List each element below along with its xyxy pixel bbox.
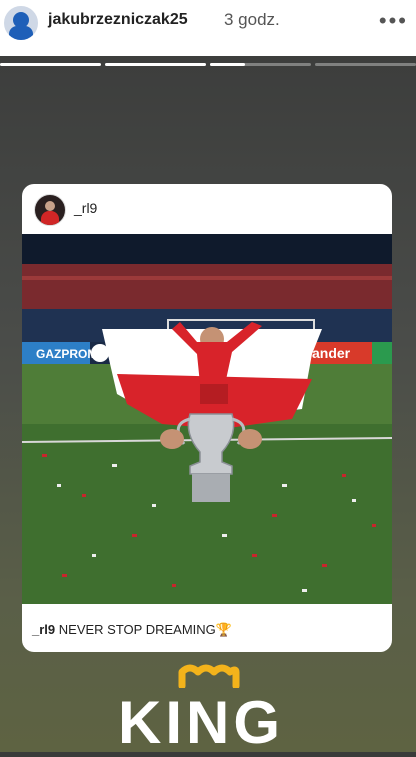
board-right: ander bbox=[312, 345, 351, 361]
story-header: jakubrzezniczak25 3 godz. ••• bbox=[0, 0, 416, 56]
caption-text: NEVER STOP DREAMING🏆 bbox=[58, 622, 232, 637]
caption-username[interactable]: _rl9 bbox=[32, 622, 55, 637]
user-avatar[interactable] bbox=[2, 4, 40, 42]
post-author-avatar[interactable] bbox=[34, 194, 66, 226]
progress-segment bbox=[0, 63, 101, 66]
shared-post-card[interactable]: _rl9 GAZPROM ander _rl9 NEVER STOP DREAM… bbox=[22, 184, 392, 652]
story-progress bbox=[0, 63, 416, 66]
story-username[interactable]: jakubrzezniczak25 bbox=[48, 11, 188, 29]
post-author-username[interactable]: _rl9 bbox=[74, 200, 97, 216]
post-caption: _rl9 NEVER STOP DREAMING🏆 bbox=[32, 622, 232, 638]
avatar-head bbox=[45, 201, 55, 211]
progress-segment-current bbox=[210, 63, 311, 66]
king-sticker[interactable]: KING bbox=[118, 688, 284, 757]
progress-segment bbox=[105, 63, 206, 66]
avatar-body bbox=[41, 211, 59, 225]
progress-segment bbox=[315, 63, 416, 66]
avatar-body bbox=[9, 26, 33, 40]
story-time: 3 godz. bbox=[224, 10, 280, 29]
more-horizontal-icon[interactable]: ••• bbox=[379, 8, 408, 34]
board-gazprom: GAZPROM bbox=[36, 347, 97, 361]
crown-icon bbox=[178, 664, 240, 688]
post-photo[interactable]: GAZPROM ander bbox=[22, 234, 392, 604]
trophy-celebration-photo: GAZPROM ander bbox=[22, 234, 392, 604]
